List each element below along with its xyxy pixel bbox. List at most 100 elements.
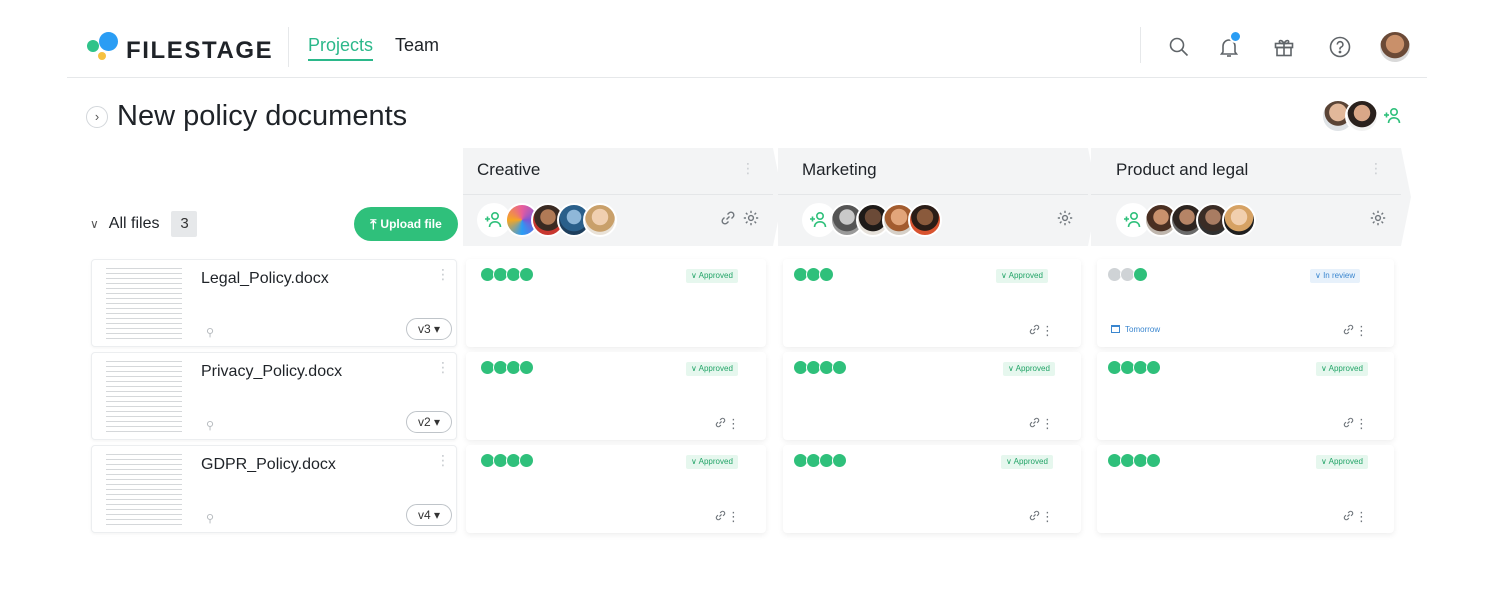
cell-actions: ⋮ bbox=[1342, 509, 1374, 525]
user-avatar[interactable] bbox=[1380, 32, 1410, 62]
review-cell[interactable]: ∨ Approved ⋮ bbox=[466, 445, 766, 533]
link-icon[interactable] bbox=[714, 416, 727, 431]
status-label: Approved bbox=[1328, 457, 1363, 466]
file-card[interactable]: GDPR_Policy.docx ⋮ ⚲ v4 ▾ bbox=[91, 445, 457, 533]
nav-projects-tab[interactable]: Projects bbox=[308, 35, 374, 61]
stage-header-marketing[interactable]: Marketing bbox=[778, 148, 1098, 246]
nav-team-tab[interactable]: Team bbox=[395, 35, 439, 56]
settings-gear-icon[interactable] bbox=[1369, 209, 1387, 227]
more-options-icon[interactable]: ⋮ bbox=[1041, 323, 1060, 338]
member-avatar bbox=[1345, 99, 1379, 133]
link-icon[interactable] bbox=[1028, 416, 1041, 431]
more-options-icon[interactable]: ⋮ bbox=[1355, 323, 1374, 338]
approved-dot bbox=[832, 453, 847, 468]
file-card[interactable]: Privacy_Policy.docx ⋮ ⚲ v2 ▾ bbox=[91, 352, 457, 440]
cell-actions: ⋮ bbox=[1028, 509, 1060, 525]
expand-sidebar-button[interactable]: › bbox=[86, 106, 108, 128]
cell-actions: ⋮ bbox=[714, 509, 746, 525]
link-icon[interactable] bbox=[719, 209, 737, 227]
settings-gear-icon[interactable] bbox=[1056, 209, 1074, 227]
document-thumbnail bbox=[106, 268, 182, 340]
approved-dot bbox=[1133, 267, 1148, 282]
add-person-icon bbox=[484, 211, 504, 229]
more-options-icon[interactable]: ⋮ bbox=[1355, 509, 1374, 524]
approved-dot bbox=[832, 360, 847, 375]
more-options-icon[interactable]: ⋮ bbox=[1369, 160, 1383, 177]
stage-title: Marketing bbox=[802, 160, 877, 179]
file-card[interactable]: Legal_Policy.docx ⋮ ⚲ v3 ▾ bbox=[91, 259, 457, 347]
status-badge[interactable]: ∨ Approved bbox=[686, 269, 738, 283]
filestage-logo[interactable]: FILESTAGE bbox=[86, 30, 276, 64]
stage-title: Creative bbox=[477, 160, 541, 179]
upload-file-button[interactable]: ⤒ Upload file bbox=[354, 207, 458, 241]
more-options-icon[interactable]: ⋮ bbox=[436, 359, 450, 376]
file-name[interactable]: Legal_Policy.docx bbox=[201, 270, 329, 288]
all-files-toggle[interactable]: ∨ All files 3 bbox=[90, 210, 198, 238]
pin-icon[interactable]: ⚲ bbox=[206, 419, 214, 432]
status-badge[interactable]: ∨ Approved bbox=[1316, 455, 1368, 469]
stage-title: Product and legal bbox=[1116, 160, 1249, 179]
status-badge[interactable]: ∨ Approved bbox=[686, 455, 738, 469]
stage-header-product-and-legal[interactable]: Product and legal ⋮ bbox=[1091, 148, 1411, 246]
review-cell[interactable]: ∨ Approved ⋮ bbox=[783, 352, 1081, 440]
logo-dot-yellow bbox=[98, 52, 106, 60]
gift-icon[interactable] bbox=[1272, 35, 1296, 59]
reviewer-avatar[interactable] bbox=[1222, 203, 1256, 237]
review-cell[interactable]: ∨ Approved bbox=[466, 259, 766, 347]
more-options-icon[interactable]: ⋮ bbox=[727, 416, 746, 431]
notification-dot bbox=[1229, 30, 1242, 43]
more-options-icon[interactable]: ⋮ bbox=[1041, 416, 1060, 431]
status-badge[interactable]: ∨ Approved bbox=[686, 362, 738, 376]
version-dropdown[interactable]: v2 ▾ bbox=[406, 411, 452, 433]
link-icon[interactable] bbox=[1342, 323, 1355, 338]
nav-right-divider bbox=[1140, 27, 1141, 63]
due-date[interactable]: Tomorrow bbox=[1111, 325, 1160, 334]
settings-gear-icon[interactable] bbox=[742, 209, 760, 227]
more-options-icon[interactable]: ⋮ bbox=[741, 160, 755, 177]
status-badge[interactable]: ∨ In review bbox=[1310, 269, 1361, 283]
review-cell[interactable]: ∨ Approved ⋮ bbox=[1097, 445, 1394, 533]
more-options-icon[interactable]: ⋮ bbox=[436, 452, 450, 469]
status-badge[interactable]: ∨ Approved bbox=[1003, 362, 1055, 376]
version-dropdown[interactable]: v3 ▾ bbox=[406, 318, 452, 340]
add-member-icon[interactable] bbox=[1383, 107, 1403, 125]
logo-dot-green bbox=[87, 40, 99, 52]
status-label: Approved bbox=[698, 457, 733, 466]
review-cell[interactable]: ∨ Approved ⋮ bbox=[466, 352, 766, 440]
status-badge[interactable]: ∨ Approved bbox=[1001, 455, 1053, 469]
pin-icon[interactable]: ⚲ bbox=[206, 512, 214, 525]
review-cell[interactable]: ∨ In review Tomorrow ⋮ bbox=[1097, 259, 1394, 347]
pin-icon[interactable]: ⚲ bbox=[206, 326, 214, 339]
more-options-icon[interactable]: ⋮ bbox=[1355, 416, 1374, 431]
stage-header-creative[interactable]: Creative ⋮ bbox=[463, 148, 783, 246]
file-name[interactable]: GDPR_Policy.docx bbox=[201, 456, 336, 474]
version-label: v2 bbox=[417, 415, 431, 429]
stage-divider bbox=[463, 194, 773, 195]
link-icon[interactable] bbox=[1342, 416, 1355, 431]
version-dropdown[interactable]: v4 ▾ bbox=[406, 504, 452, 526]
link-icon[interactable] bbox=[1028, 323, 1041, 338]
more-options-icon[interactable]: ⋮ bbox=[436, 266, 450, 283]
file-name[interactable]: Privacy_Policy.docx bbox=[201, 363, 342, 381]
more-options-icon[interactable]: ⋮ bbox=[727, 509, 746, 524]
document-thumbnail bbox=[106, 361, 182, 433]
status-badge[interactable]: ∨ Approved bbox=[1316, 362, 1368, 376]
status-label: Approved bbox=[1015, 364, 1050, 373]
bell-icon[interactable] bbox=[1217, 30, 1242, 59]
chevron-right-icon: › bbox=[94, 109, 100, 124]
reviewer-avatar[interactable] bbox=[583, 203, 617, 237]
link-icon[interactable] bbox=[714, 509, 727, 524]
status-label: Approved bbox=[1008, 271, 1043, 280]
stage-divider bbox=[778, 194, 1088, 195]
search-icon[interactable] bbox=[1167, 35, 1191, 59]
review-cell[interactable]: ∨ Approved ⋮ bbox=[783, 259, 1081, 347]
link-icon[interactable] bbox=[1342, 509, 1355, 524]
status-badge[interactable]: ∨ Approved bbox=[996, 269, 1048, 283]
more-options-icon[interactable]: ⋮ bbox=[1041, 509, 1060, 524]
project-members[interactable] bbox=[1321, 99, 1411, 135]
link-icon[interactable] bbox=[1028, 509, 1041, 524]
review-cell[interactable]: ∨ Approved ⋮ bbox=[783, 445, 1081, 533]
review-cell[interactable]: ∨ Approved ⋮ bbox=[1097, 352, 1394, 440]
reviewer-avatar[interactable] bbox=[908, 203, 942, 237]
help-icon[interactable] bbox=[1328, 35, 1352, 59]
